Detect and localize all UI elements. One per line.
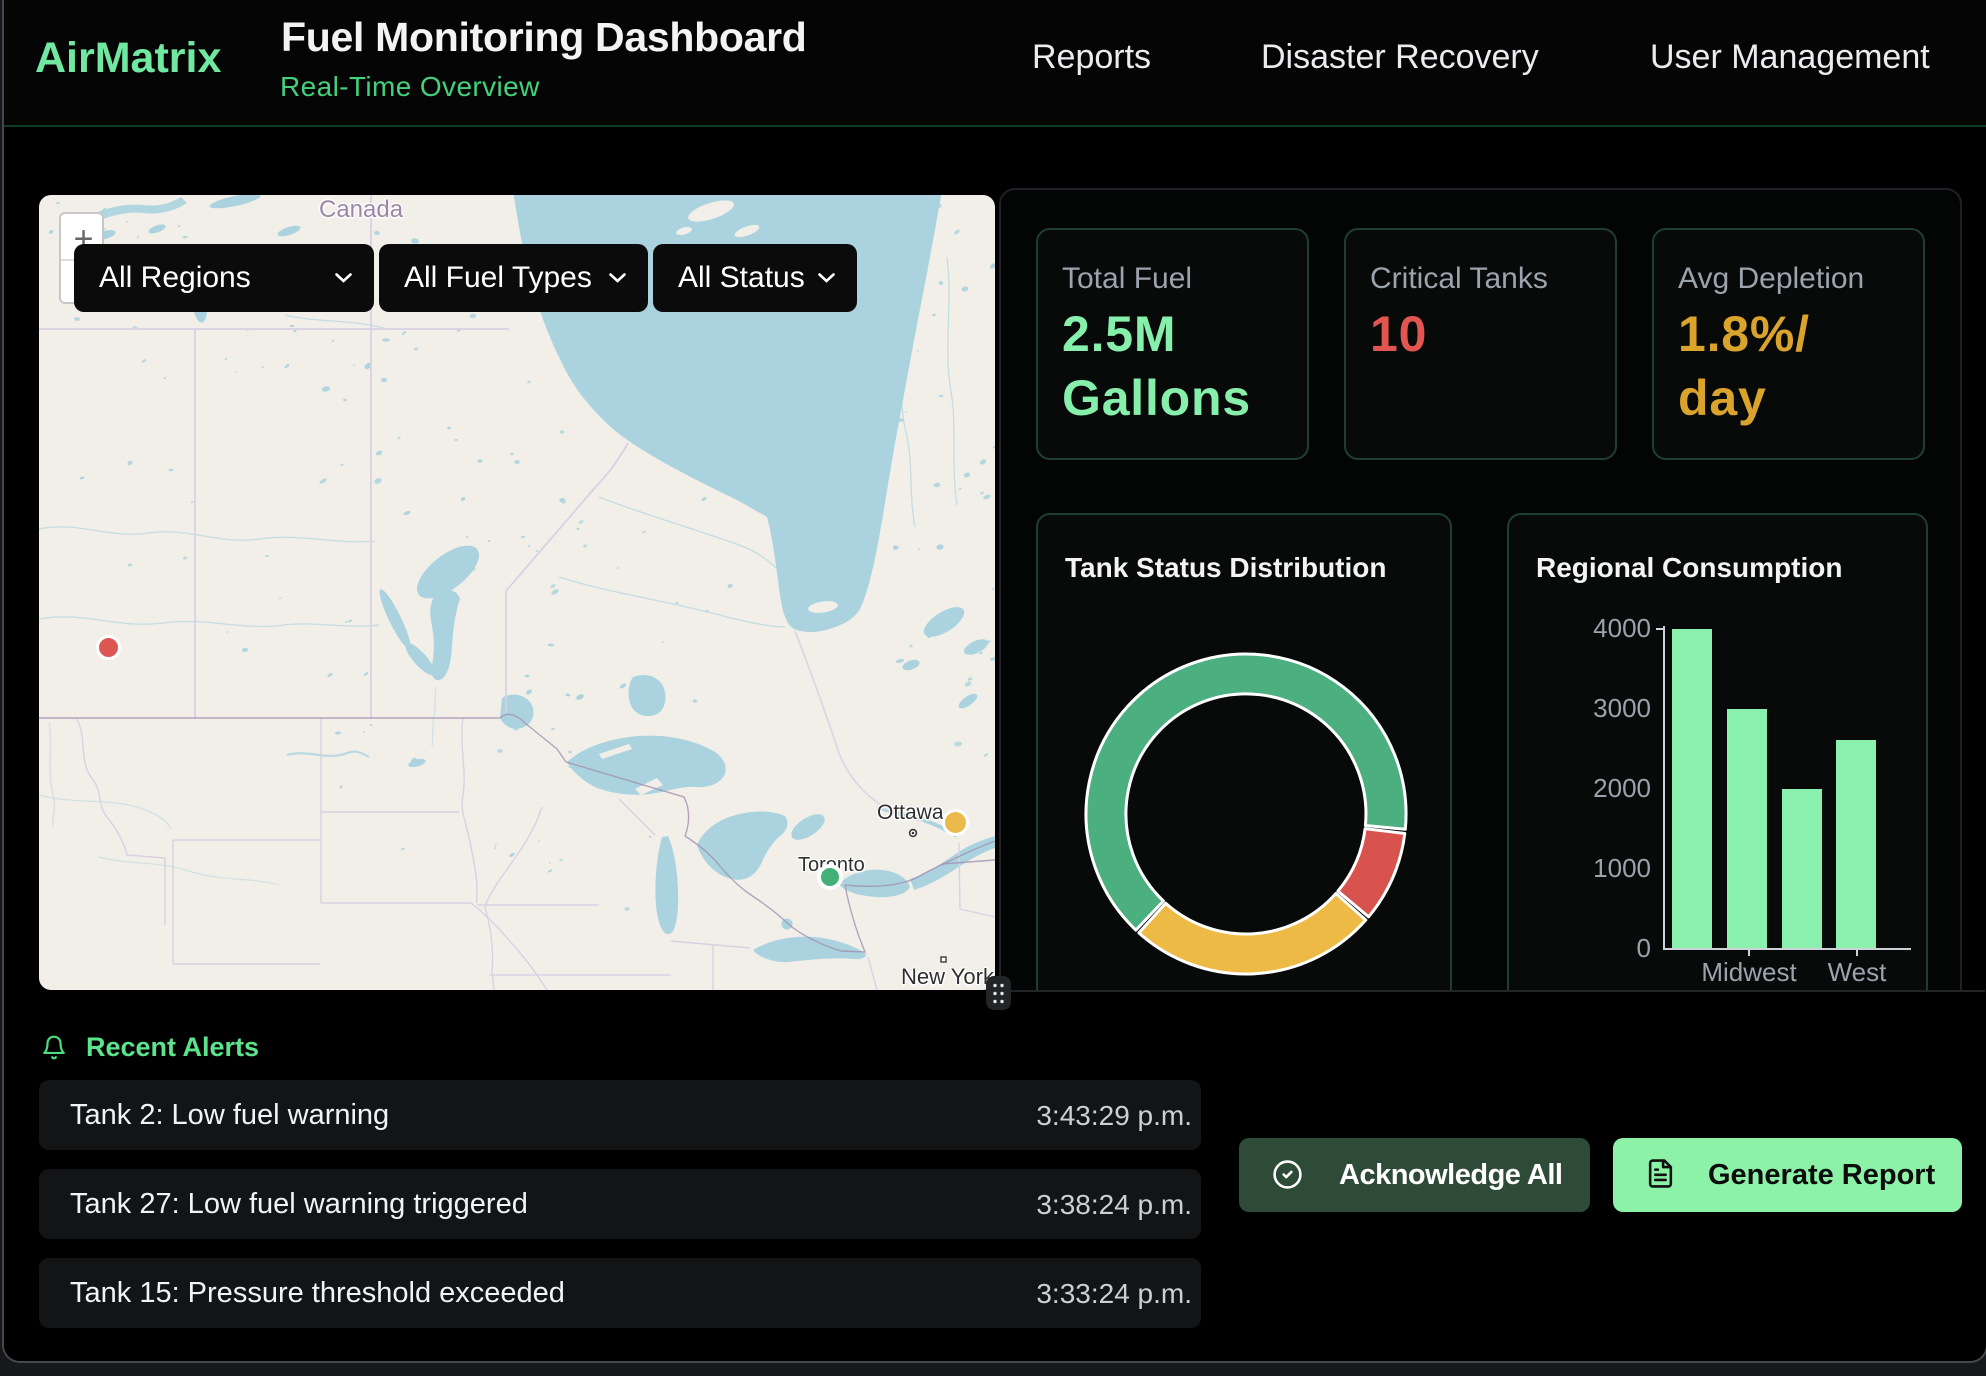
- svg-text:Midwest: Midwest: [1701, 957, 1797, 987]
- svg-text:1000: 1000: [1593, 853, 1651, 883]
- svg-text:0: 0: [1637, 933, 1651, 963]
- svg-text:West: West: [1828, 957, 1888, 987]
- svg-text:4000: 4000: [1593, 613, 1651, 643]
- svg-text:3000: 3000: [1593, 693, 1651, 723]
- svg-text:2000: 2000: [1593, 773, 1651, 803]
